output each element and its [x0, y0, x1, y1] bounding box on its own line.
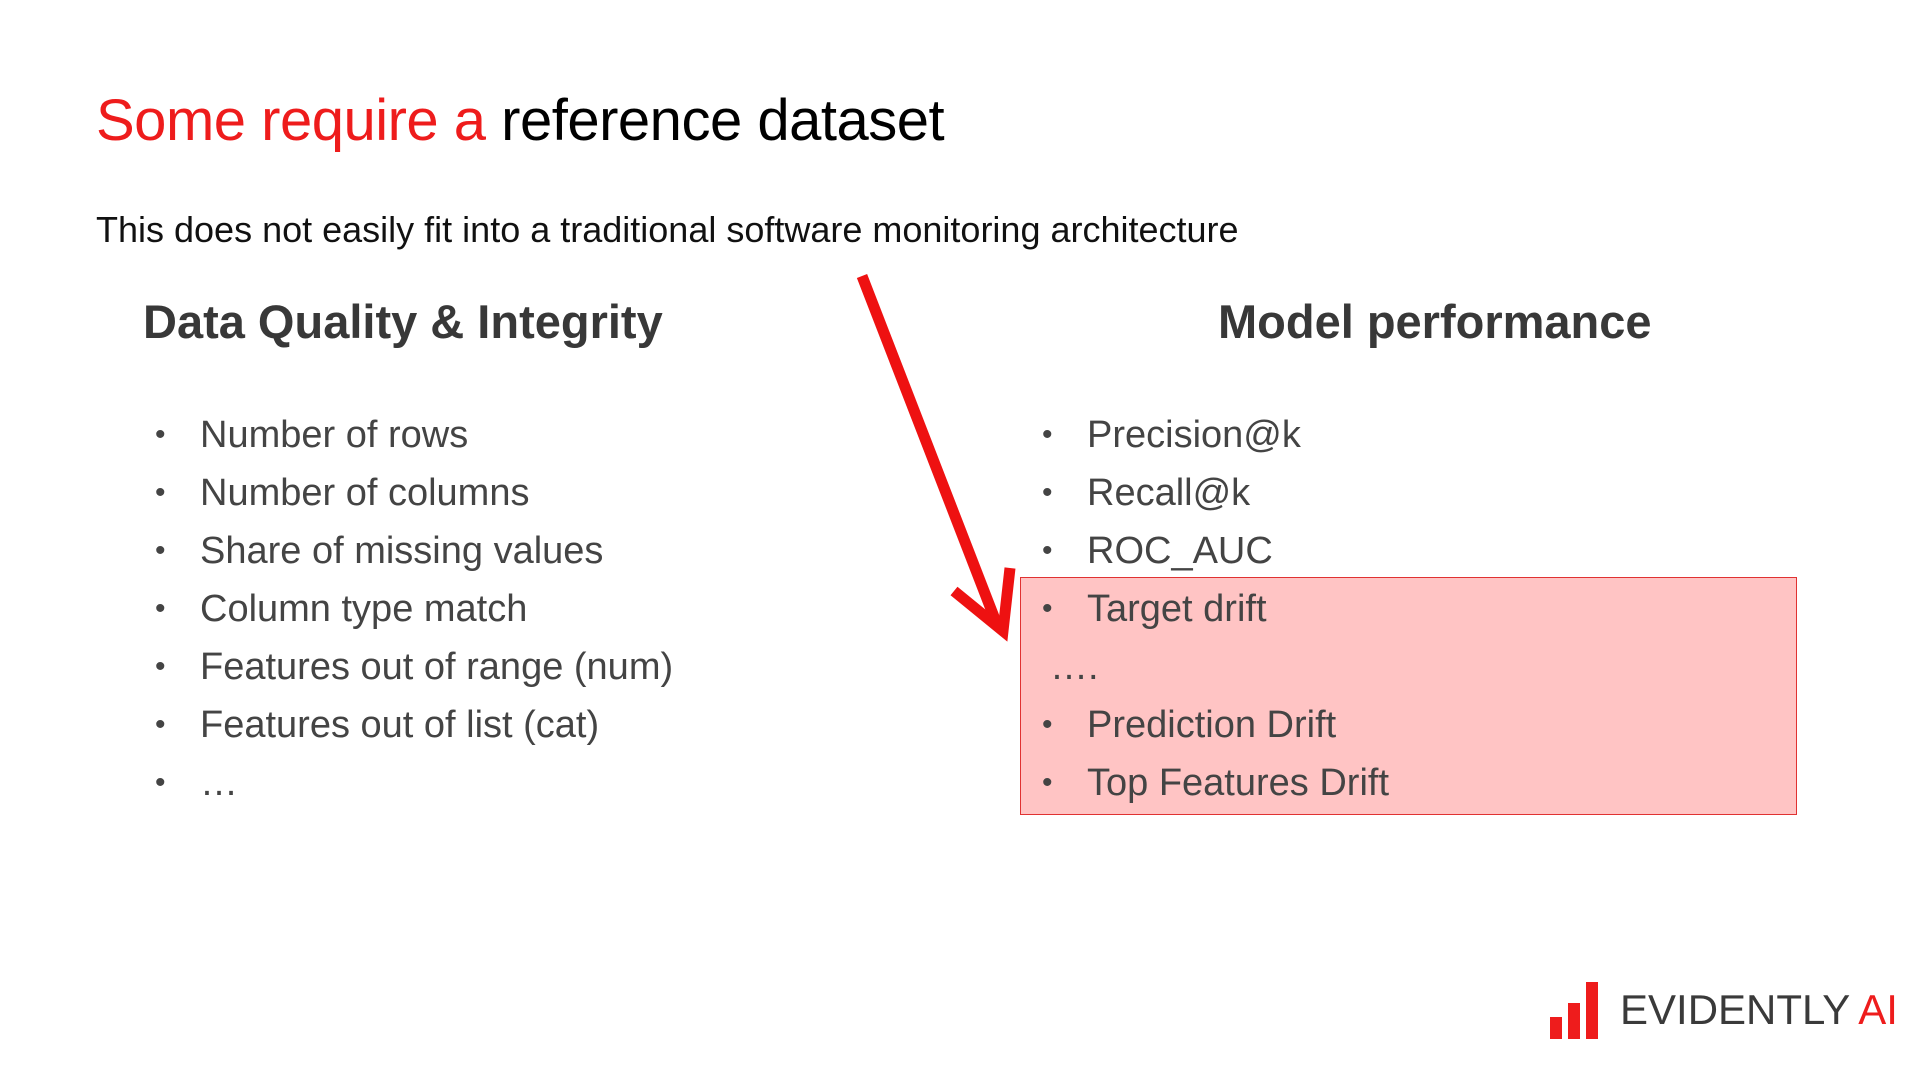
- list-item: • Number of columns: [143, 464, 673, 522]
- bullet: •: [155, 534, 166, 567]
- list-item-label: Top Features Drift: [1087, 762, 1389, 804]
- list-item: •…: [143, 754, 673, 812]
- data-quality-list: • Number of rows • Number of columns • Shar…: [143, 406, 673, 812]
- list-item-label: Column type match: [200, 588, 528, 630]
- list-item-label: Features out of list (cat): [200, 704, 600, 746]
- bullet: •: [1042, 418, 1053, 451]
- list-item-label: ROC_AUC: [1087, 530, 1273, 572]
- list-item-label: Number of columns: [200, 472, 530, 514]
- list-item: • Top Features Drift: [1030, 754, 1389, 812]
- list-item: • Column type match: [143, 580, 673, 638]
- bullet: •: [155, 476, 166, 509]
- data-quality-heading: Data Quality & Integrity: [143, 295, 663, 348]
- slide-title: Some require a reference dataset: [96, 86, 945, 156]
- list-item-label: Number of rows: [200, 414, 469, 456]
- list-item-label: Share of missing values: [200, 530, 604, 572]
- list-item-label: Recall@k: [1087, 472, 1251, 514]
- list-item: • Target drift: [1030, 580, 1389, 638]
- list-item: • Recall@k: [1030, 464, 1389, 522]
- title-highlight: Some require a: [96, 88, 486, 153]
- list-item-label: ….: [1050, 646, 1099, 688]
- list-item: • Number of rows: [143, 406, 673, 464]
- list-item-label: Target drift: [1087, 588, 1267, 630]
- bullet: •: [155, 418, 166, 451]
- bullet: •: [155, 592, 166, 625]
- list-item-label: Features out of range (num): [200, 646, 674, 688]
- list-item: • Features out of range (num): [143, 638, 673, 696]
- list-item-label: Prediction Drift: [1087, 704, 1337, 746]
- bullet: •: [155, 766, 166, 799]
- logo-wordmark: EVIDENTLY AI: [1620, 986, 1898, 1034]
- bullet: •: [155, 650, 166, 683]
- bullet: •: [1042, 708, 1053, 741]
- list-item: • Features out of list (cat): [143, 696, 673, 754]
- slide-subtitle: This does not easily fit into a traditio…: [96, 209, 1239, 250]
- list-item: • Precision@k: [1030, 406, 1389, 464]
- bullet: •: [1042, 476, 1053, 509]
- logo-suffix: AI: [1858, 986, 1898, 1033]
- bullet: •: [1042, 766, 1053, 799]
- evidently-logo: EVIDENTLY AI: [1550, 980, 1898, 1040]
- list-item-label: …: [200, 762, 238, 804]
- list-item-label: Precision@k: [1087, 414, 1301, 456]
- title-rest: reference dataset: [501, 88, 945, 153]
- list-item: • Share of missing values: [143, 522, 673, 580]
- list-item: • Prediction Drift: [1030, 696, 1389, 754]
- bullet: •: [1042, 592, 1053, 625]
- list-item: ….: [1030, 638, 1389, 696]
- bullet: •: [155, 708, 166, 741]
- logo-name: EVIDENTLY: [1620, 986, 1851, 1033]
- list-item: • ROC_AUC: [1030, 522, 1389, 580]
- model-performance-heading: Model performance: [1218, 295, 1652, 348]
- bullet: •: [1042, 534, 1053, 567]
- model-performance-list: • Precision@k • Recall@k • ROC_AUC • Target …: [1030, 406, 1389, 812]
- bar-chart-logo-icon: [1550, 981, 1604, 1039]
